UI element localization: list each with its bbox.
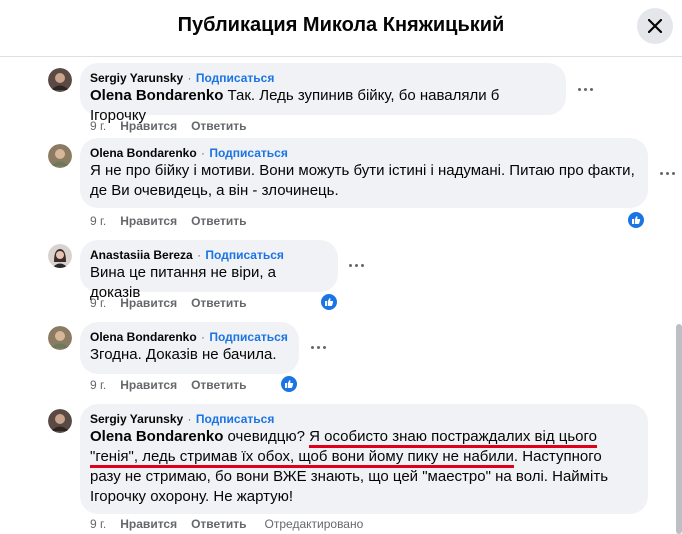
comment-text: Згодна. Доказів не бачила. <box>90 346 277 363</box>
mention-link[interactable]: Olena Bondarenko <box>90 87 223 104</box>
comment-bubble: Sergiy Yarunsky · Подписаться Olena Bond… <box>80 63 566 124</box>
comment-actions: 9 г. Нравится Ответить <box>90 119 261 133</box>
reply-button[interactable]: Ответить <box>191 517 246 531</box>
like-reaction-icon[interactable] <box>320 293 338 311</box>
comment-author[interactable]: Sergiy Yarunsky <box>90 412 183 426</box>
reply-button[interactable]: Ответить <box>191 296 246 310</box>
timestamp[interactable]: 9 г. <box>90 119 106 133</box>
comment-author[interactable]: Sergiy Yarunsky <box>90 71 183 85</box>
dialog-header: Публикация Микола Княжицький <box>0 0 682 57</box>
like-reaction-icon[interactable] <box>280 375 298 393</box>
comment-actions: 9 г. Нравится Ответить <box>90 296 261 310</box>
edited-label[interactable]: Отредактировано <box>265 517 364 531</box>
separator-dot: · <box>187 412 192 426</box>
more-options-button[interactable] <box>571 79 599 99</box>
scrollbar[interactable] <box>676 324 682 534</box>
avatar[interactable] <box>48 144 72 168</box>
comment-bubble: Olena Bondarenko · Подписаться Я не про … <box>80 138 648 208</box>
more-options-button[interactable] <box>653 163 681 183</box>
like-button[interactable]: Нравится <box>120 517 177 531</box>
close-button[interactable] <box>637 8 673 44</box>
avatar[interactable] <box>48 68 72 92</box>
separator-dot: · <box>201 146 206 160</box>
like-button[interactable]: Нравится <box>120 296 177 310</box>
separator-dot: · <box>201 330 206 344</box>
timestamp[interactable]: 9 г. <box>90 214 106 228</box>
comment-bubble: Anastasiia Bereza · Подписаться Вина це … <box>80 240 338 301</box>
dialog-title: Публикация Микола Княжицький <box>177 14 505 36</box>
reply-button[interactable]: Ответить <box>191 119 246 133</box>
separator-dot: · <box>197 248 202 262</box>
comments-feed: Sergiy Yarunsky · Подписаться Olena Bond… <box>0 58 682 534</box>
comment-author[interactable]: Olena Bondarenko <box>90 330 197 344</box>
underlined-text: Я особисто знаю постраждалих від цього <box>309 428 598 448</box>
timestamp[interactable]: 9 г. <box>90 517 106 531</box>
close-icon <box>648 19 662 33</box>
timestamp[interactable]: 9 г. <box>90 378 106 392</box>
like-button[interactable]: Нравится <box>120 214 177 228</box>
subscribe-link[interactable]: Подписаться <box>209 146 287 160</box>
subscribe-link[interactable]: Подписаться <box>196 412 274 426</box>
subscribe-link[interactable]: Подписаться <box>209 330 287 344</box>
more-options-button[interactable] <box>304 337 332 357</box>
comment-text: Я не про бійку і мотиви. Вони можуть бут… <box>90 162 635 199</box>
comment-actions: 9 г. Нравится Ответить Отредактировано <box>90 517 363 531</box>
comment-bubble: Sergiy Yarunsky · Подписаться Olena Bond… <box>80 404 648 514</box>
comment-actions: 9 г. Нравится Ответить <box>90 214 261 228</box>
underlined-text: "генія", ледь стримав їх обох, щоб вони … <box>90 448 514 468</box>
comment-bubble: Olena Bondarenko · Подписаться Згодна. Д… <box>80 322 299 374</box>
like-button[interactable]: Нравится <box>120 378 177 392</box>
avatar[interactable] <box>48 409 72 433</box>
reply-button[interactable]: Ответить <box>191 214 246 228</box>
comment-author[interactable]: Olena Bondarenko <box>90 146 197 160</box>
timestamp[interactable]: 9 г. <box>90 296 106 310</box>
comment-author[interactable]: Anastasiia Bereza <box>90 248 193 262</box>
like-button[interactable]: Нравится <box>120 119 177 133</box>
like-reaction-icon[interactable] <box>627 211 645 229</box>
subscribe-link[interactable]: Подписаться <box>196 71 274 85</box>
avatar[interactable] <box>48 244 72 268</box>
more-options-button[interactable] <box>342 255 370 275</box>
separator-dot: · <box>187 71 192 85</box>
comment-actions: 9 г. Нравится Ответить <box>90 378 261 392</box>
avatar[interactable] <box>48 326 72 350</box>
subscribe-link[interactable]: Подписаться <box>205 248 283 262</box>
mention-link[interactable]: Olena Bondarenko <box>90 428 223 445</box>
reply-button[interactable]: Ответить <box>191 378 246 392</box>
comment-text: Olena Bondarenko очевидцю? Я особисто зн… <box>90 428 609 505</box>
